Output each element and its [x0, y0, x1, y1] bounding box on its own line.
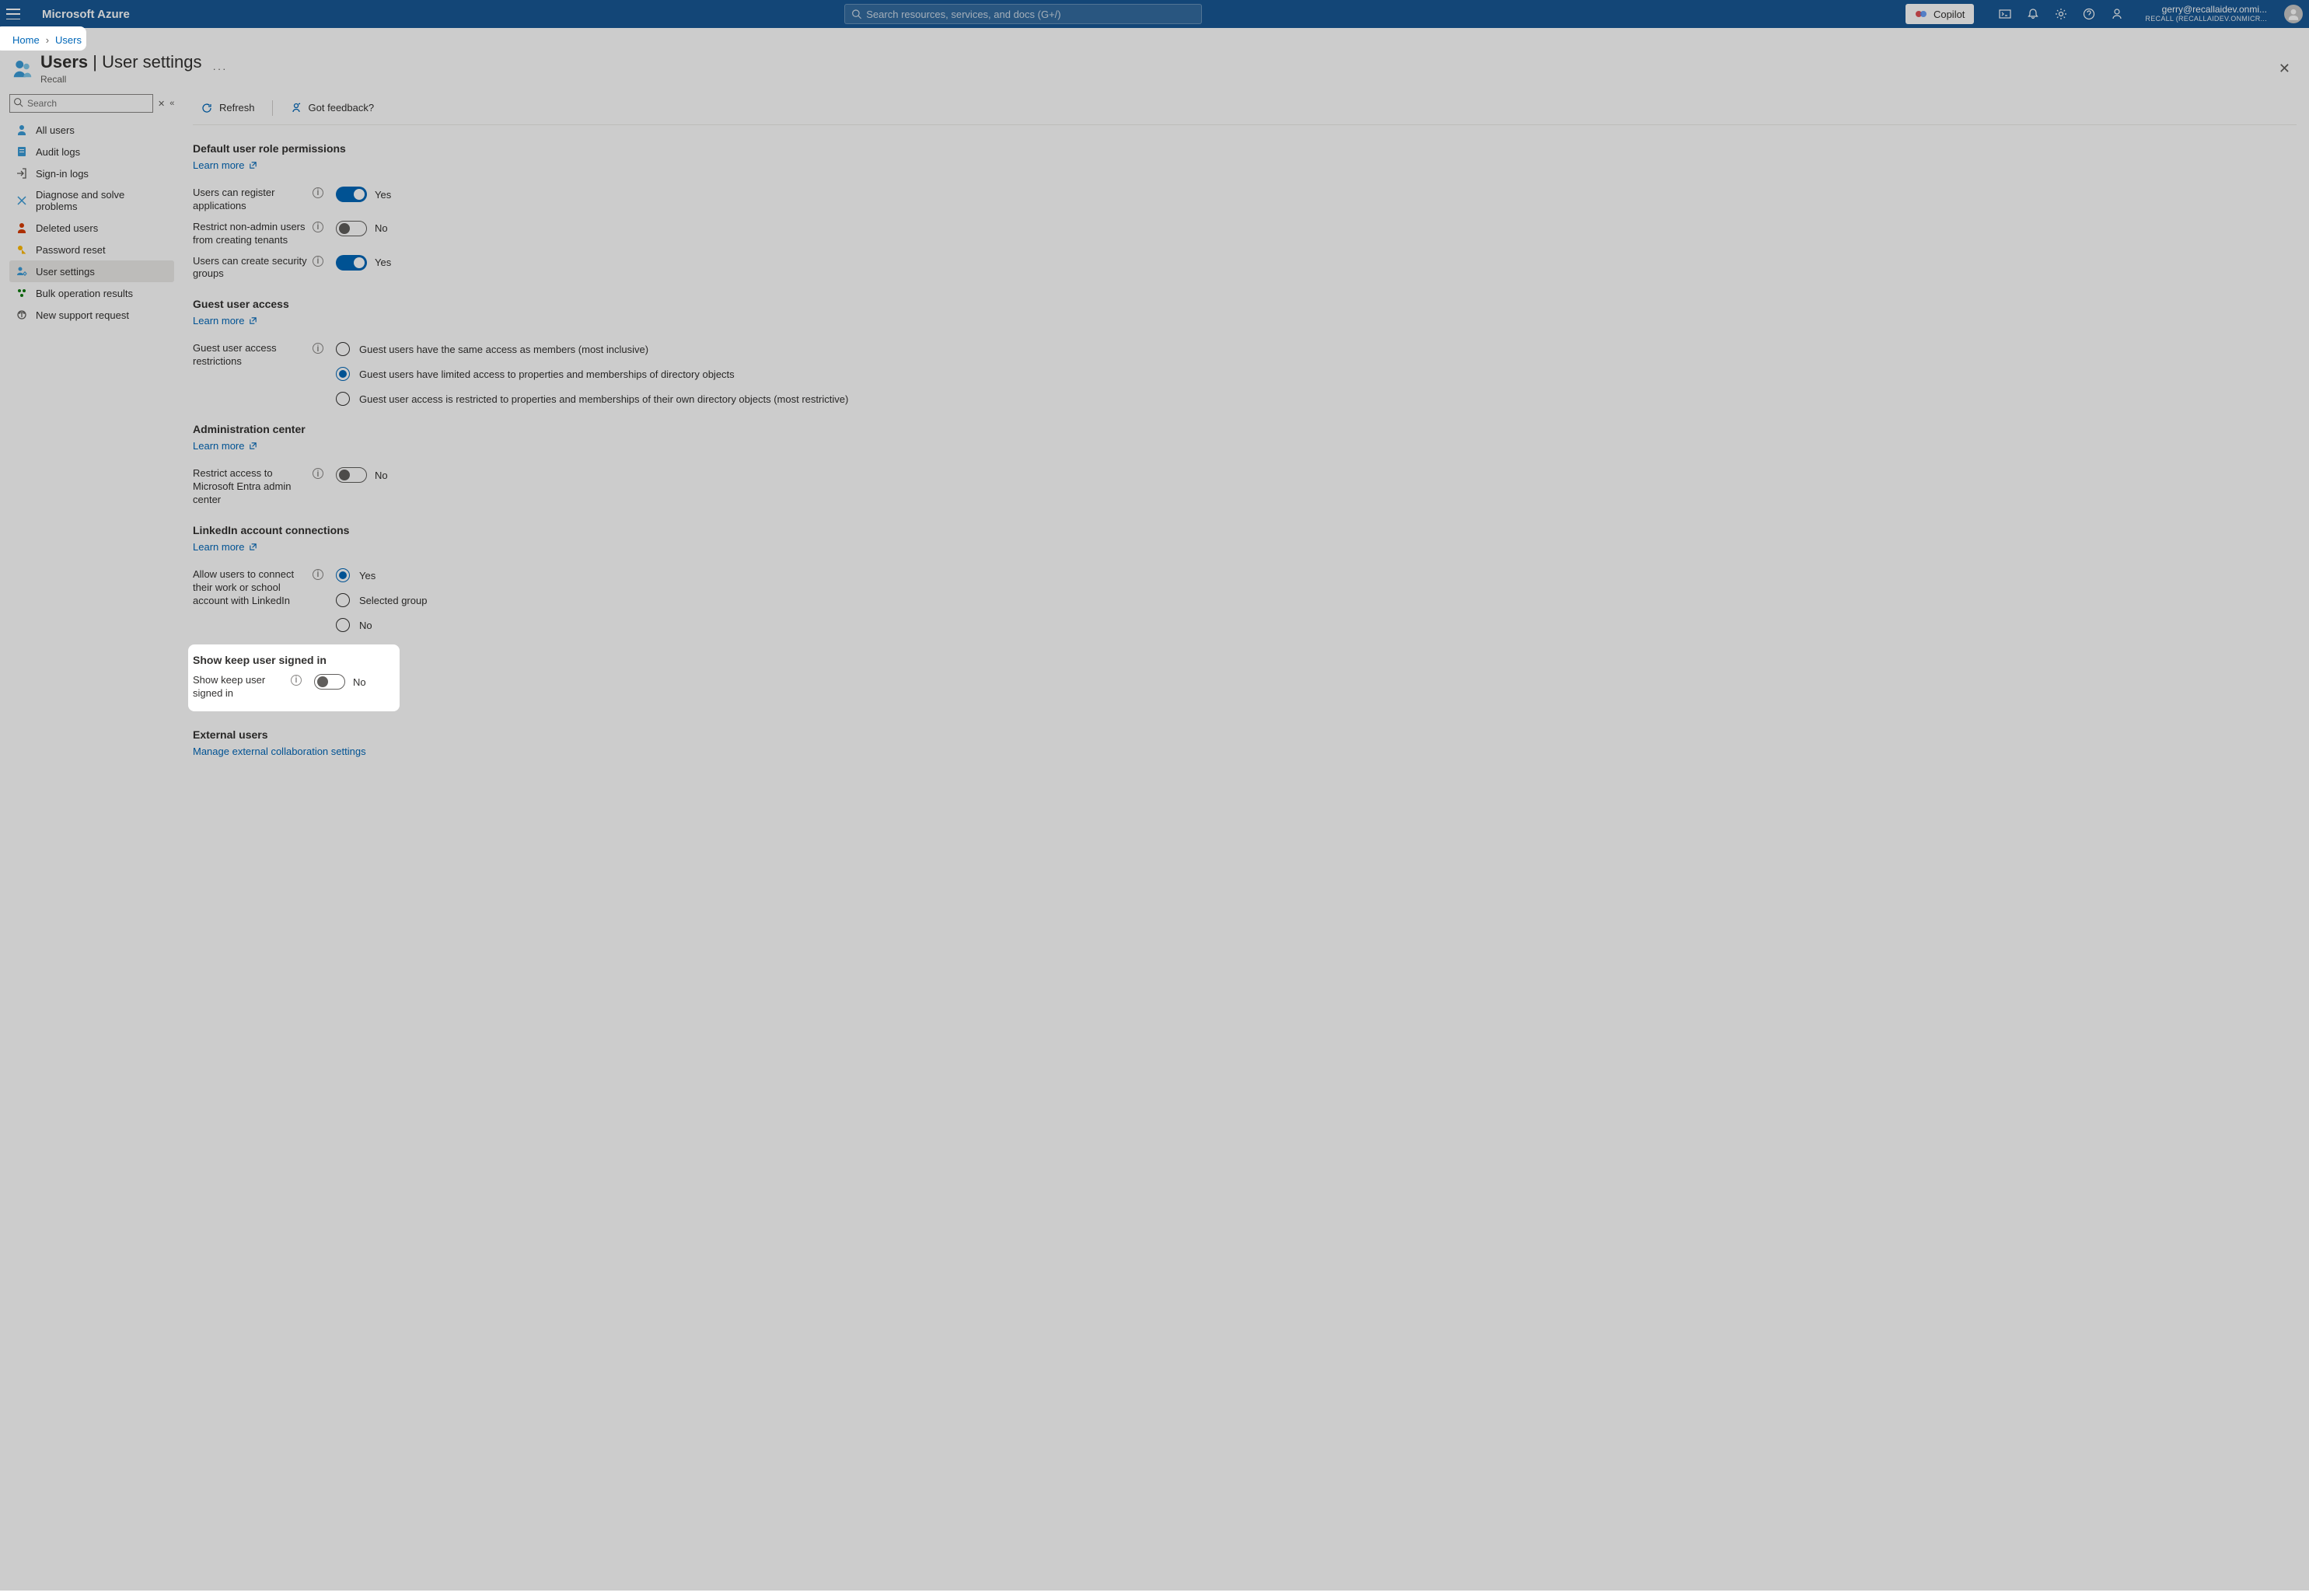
- avatar[interactable]: [2284, 5, 2303, 23]
- learn-more-link[interactable]: Learn more: [193, 541, 257, 553]
- account-email: gerry@recallaidev.onmi...: [2145, 5, 2267, 15]
- section-admin-center: Administration center Learn more Restric…: [193, 423, 2297, 507]
- clear-icon[interactable]: ✕: [158, 99, 165, 109]
- sidebar-item-audit-logs[interactable]: Audit logs: [9, 141, 174, 162]
- breadcrumb-users[interactable]: Users: [55, 34, 82, 46]
- feedback-button[interactable]: Got feedback?: [282, 97, 383, 119]
- sidebar-item-signin-logs[interactable]: Sign-in logs: [9, 162, 174, 184]
- divider: [272, 100, 273, 116]
- label-linkedin: Allow users to connect their work or sch…: [193, 568, 308, 608]
- toolbar: Refresh Got feedback?: [193, 91, 2297, 125]
- copilot-button[interactable]: Copilot: [1906, 4, 1974, 24]
- notifications-icon[interactable]: [2021, 0, 2045, 28]
- refresh-button[interactable]: Refresh: [193, 97, 263, 119]
- sidebar: ✕ « All users Audit logs Sign-in logs Di…: [0, 91, 180, 1596]
- feedback-icon: [290, 102, 302, 114]
- label-keep-signed: Show keep user signed in: [193, 674, 286, 700]
- cloud-shell-icon[interactable]: [1993, 0, 2017, 28]
- sidebar-item-diagnose[interactable]: Diagnose and solve problems: [9, 184, 174, 217]
- section-default-perms: Default user role permissions Learn more…: [193, 142, 2297, 281]
- sidebar-item-user-settings[interactable]: User settings: [9, 260, 174, 282]
- page-title: Users | User settings: [40, 52, 202, 72]
- hamburger-menu[interactable]: [6, 9, 20, 19]
- toggle-restrict-tenants[interactable]: [336, 221, 367, 236]
- close-button[interactable]: ✕: [2272, 58, 2297, 80]
- breadcrumb: Home › Users: [0, 28, 2309, 49]
- account-tenant: RECALL (RECALLAIDEV.ONMICR...: [2145, 16, 2267, 23]
- settings-icon[interactable]: [2049, 0, 2073, 28]
- label-restrict-admin: Restrict access to Microsoft Entra admin…: [193, 467, 308, 507]
- breadcrumb-home[interactable]: Home: [12, 34, 40, 46]
- chevron-right-icon: ›: [46, 34, 49, 46]
- label-guest-restrictions: Guest user access restrictions: [193, 342, 308, 368]
- section-title: Guest user access: [193, 298, 2297, 310]
- radio-linkedin-no[interactable]: No: [336, 618, 427, 632]
- sidebar-search-input[interactable]: [9, 94, 153, 113]
- toggle-create-groups[interactable]: [336, 255, 367, 271]
- info-icon[interactable]: i: [313, 569, 323, 580]
- search-icon: [851, 9, 861, 19]
- copilot-icon: [1915, 8, 1927, 20]
- global-search[interactable]: [844, 4, 1202, 24]
- page-header: Users | User settings Recall ··· ✕: [0, 49, 2309, 91]
- users-icon: [11, 57, 34, 80]
- radio-group-linkedin: Yes Selected group No: [336, 568, 427, 632]
- radio-linkedin-selected[interactable]: Selected group: [336, 593, 427, 607]
- refresh-icon: [201, 102, 213, 114]
- section-title: Show keep user signed in: [193, 654, 393, 666]
- account-block[interactable]: gerry@recallaidev.onmi... RECALL (RECALL…: [2145, 5, 2267, 23]
- external-collab-link[interactable]: Manage external collaboration settings: [193, 746, 366, 757]
- sidebar-item-bulk-results[interactable]: Bulk operation results: [9, 282, 174, 304]
- sidebar-search: ✕ «: [9, 94, 174, 113]
- toggle-restrict-admin[interactable]: [336, 467, 367, 483]
- top-bar: Microsoft Azure Copilot gerry@recallaide…: [0, 0, 2309, 28]
- more-menu[interactable]: ···: [213, 63, 228, 75]
- learn-more-link[interactable]: Learn more: [193, 159, 257, 171]
- help-icon[interactable]: [2077, 0, 2101, 28]
- section-guest-access: Guest user access Learn more Guest user …: [193, 298, 2297, 406]
- section-title: Default user role permissions: [193, 142, 2297, 155]
- page-subtitle: Recall: [40, 74, 202, 85]
- label-register-apps: Users can register applications: [193, 187, 308, 213]
- learn-more-link[interactable]: Learn more: [193, 440, 257, 452]
- info-icon[interactable]: i: [313, 187, 323, 198]
- label-restrict-tenants: Restrict non-admin users from creating t…: [193, 221, 308, 247]
- collapse-icon[interactable]: «: [169, 99, 174, 108]
- toggle-register-apps[interactable]: [336, 187, 367, 202]
- top-icon-bar: [1993, 0, 2129, 28]
- info-icon[interactable]: i: [291, 675, 302, 686]
- external-link-icon: [249, 543, 257, 551]
- feedback-icon[interactable]: [2105, 0, 2129, 28]
- toggle-keep-signed[interactable]: [314, 674, 345, 690]
- radio-guest-inclusive[interactable]: Guest users have the same access as memb…: [336, 342, 848, 356]
- global-search-input[interactable]: [866, 9, 1195, 20]
- radio-linkedin-yes[interactable]: Yes: [336, 568, 427, 582]
- label-create-groups: Users can create security groups: [193, 255, 308, 281]
- section-keep-signed-in: Show keep user signed in Show keep user …: [188, 649, 400, 711]
- radio-guest-restrictive[interactable]: Guest user access is restricted to prope…: [336, 392, 848, 406]
- external-link-icon: [249, 161, 257, 169]
- external-link-icon: [249, 316, 257, 325]
- section-external-users: External users Manage external collabora…: [193, 728, 2297, 757]
- section-title: External users: [193, 728, 2297, 741]
- section-title: Administration center: [193, 423, 2297, 435]
- radio-guest-limited[interactable]: Guest users have limited access to prope…: [336, 367, 848, 381]
- sidebar-item-all-users[interactable]: All users: [9, 119, 174, 141]
- sidebar-item-password-reset[interactable]: Password reset: [9, 239, 174, 260]
- info-icon[interactable]: i: [313, 222, 323, 232]
- learn-more-link[interactable]: Learn more: [193, 315, 257, 327]
- sidebar-item-deleted-users[interactable]: Deleted users: [9, 217, 174, 239]
- info-icon[interactable]: i: [313, 256, 323, 267]
- section-linkedin: LinkedIn account connections Learn more …: [193, 524, 2297, 632]
- section-title: LinkedIn account connections: [193, 524, 2297, 536]
- info-icon[interactable]: i: [313, 468, 323, 479]
- search-icon: [13, 97, 23, 107]
- brand-label[interactable]: Microsoft Azure: [42, 8, 130, 21]
- main-content: Refresh Got feedback? Default user role …: [180, 91, 2309, 1596]
- info-icon[interactable]: i: [313, 343, 323, 354]
- sidebar-item-support[interactable]: New support request: [9, 304, 174, 326]
- radio-group-guest: Guest users have the same access as memb…: [336, 342, 848, 406]
- external-link-icon: [249, 442, 257, 450]
